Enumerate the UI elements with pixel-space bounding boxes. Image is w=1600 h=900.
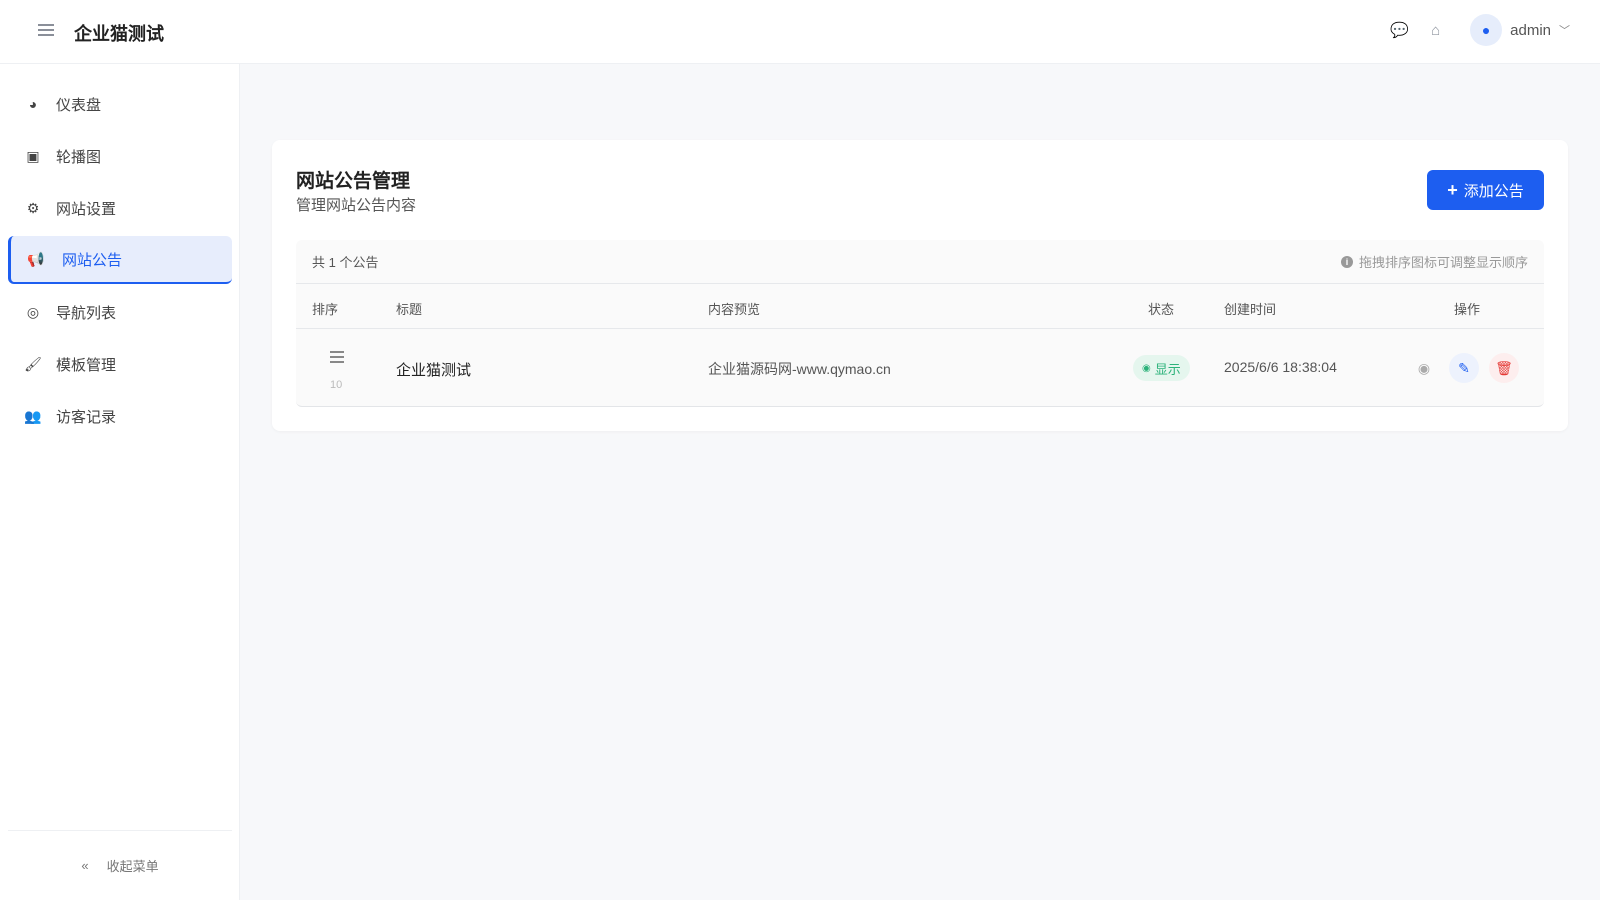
sidebar-item-label: 网站设置 [56,200,117,218]
table-row: 10 企业猫测试 企业猫源码网-www.qymao.cn ◉ 显示 2025/6/… [296,329,1544,406]
page-title: 网站公告管理 [296,171,411,192]
user-menu[interactable]: ● admin ﹀ [1470,14,1570,46]
sidebar-item-navigation[interactable]: ◎ 导航列表 [8,288,232,336]
sidebar-item-dashboard[interactable]: ◕ 仪表盘 [8,80,232,128]
double-chevron-left-icon: « [81,858,89,873]
home-icon[interactable]: ⌂ [1431,22,1440,39]
eye-icon: ◉ [1417,359,1431,376]
order-value: 10 [330,379,343,391]
gear-icon: ⚙ [26,199,40,216]
status-label: 显示 [1154,361,1181,377]
table-header: 排序 标题 内容预览 状态 创建时间 操作 [296,284,1544,329]
row-content: 企业猫源码网-www.qymao.cn [708,361,891,377]
sidebar-item-label: 导航列表 [56,304,117,322]
col-status: 状态 [1148,302,1175,317]
brush-icon: 🖌 [24,355,42,372]
sidebar-item-label: 访客记录 [56,408,117,426]
chevron-down-icon: ﹀ [1559,25,1570,37]
menu-toggle-icon[interactable] [38,24,54,38]
col-order: 排序 [312,302,339,317]
col-title: 标题 [396,302,423,317]
total-count: 共 1 个公告 [312,255,379,270]
sidebar-item-label: 网站公告 [62,251,123,269]
image-icon: ▣ [26,147,40,164]
sidebar: ◕ 仪表盘 ▣ 轮播图 ⚙ 网站设置 📢 网站公告 ◎ 导航列表 🖌 模板管理 👥 访客记录 … [0,64,240,900]
sidebar-item-templates[interactable]: 🖌 模板管理 [8,340,232,388]
eye-icon: ◉ [1142,362,1151,374]
users-icon: 👥 [24,407,42,424]
sidebar-item-label: 模板管理 [56,356,117,374]
page-subtitle: 管理网站公告内容 [296,197,417,214]
sidebar-item-label: 轮播图 [56,148,102,166]
col-created: 创建时间 [1224,302,1277,317]
dashboard-icon: ◕ [28,96,38,112]
top-header: 企业猫测试 💬 ⌂ ● admin ﹀ [0,0,1600,64]
add-label: 添加公告 [1463,182,1524,200]
collapse-menu-button[interactable]: « 收起菜单 [8,830,232,900]
app-title: 企业猫测试 [74,24,164,44]
announcements-card: 网站公告管理 管理网站公告内容 + 添加公告 共 1 个公告 i 拖拽排序图标可调整… [272,140,1568,431]
compass-icon: ◎ [26,303,40,320]
avatar: ● [1470,14,1503,46]
sidebar-item-settings[interactable]: ⚙ 网站设置 [8,184,232,232]
sidebar-item-label: 仪表盘 [56,96,102,114]
collapse-label: 收起菜单 [106,859,159,874]
drag-handle-icon[interactable] [330,351,344,366]
row-created: 2025/6/6 18:38:04 [1224,359,1337,375]
col-actions: 操作 [1454,302,1481,317]
username: admin [1510,21,1551,39]
megaphone-icon: 📢 [27,250,45,267]
sidebar-item-announcements[interactable]: 📢 网站公告 [8,236,232,284]
announcements-table: 共 1 个公告 i 拖拽排序图标可调整显示顺序 排序 标题 内容预览 状态 创建时… [296,240,1544,407]
row-title: 企业猫测试 [396,362,472,379]
messages-icon[interactable]: 💬 [1390,21,1409,39]
pencil-icon: ✎ [1458,359,1470,376]
plus-icon: + [1447,179,1458,200]
view-button[interactable]: ◉ [1409,353,1439,383]
drag-hint: 拖拽排序图标可调整显示顺序 [1358,255,1528,270]
status-badge[interactable]: ◉ 显示 [1133,355,1190,381]
info-icon: i [1340,255,1353,268]
add-announcement-button[interactable]: + 添加公告 [1427,170,1544,210]
delete-button[interactable]: 🗑 [1489,353,1519,383]
col-content: 内容预览 [708,302,761,317]
sidebar-item-visitors[interactable]: 👥 访客记录 [8,392,232,440]
edit-button[interactable]: ✎ [1449,353,1479,383]
trash-icon: 🗑 [1495,359,1513,376]
sidebar-item-carousel[interactable]: ▣ 轮播图 [8,132,232,180]
